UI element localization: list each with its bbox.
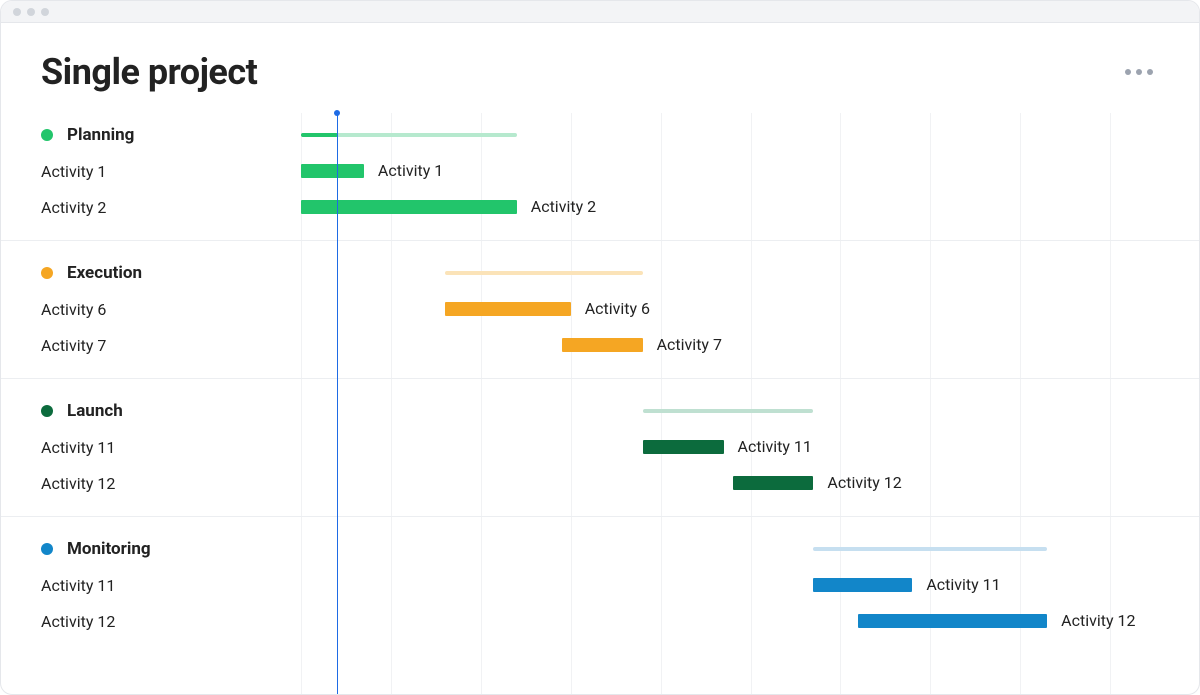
group-name-label: Monitoring xyxy=(67,539,151,559)
activity-bar-label: Activity 12 xyxy=(1061,611,1135,630)
window-titlebar xyxy=(1,1,1199,23)
ellipsis-dot-icon xyxy=(1147,69,1153,75)
activity-row-label[interactable]: Activity 11 xyxy=(1,567,301,603)
activity-name: Activity 12 xyxy=(41,612,115,631)
group-name-label: Planning xyxy=(67,125,134,145)
group-color-dot-icon xyxy=(41,129,53,141)
activity-name: Activity 7 xyxy=(41,336,106,355)
grid-column xyxy=(930,113,931,694)
grid-column xyxy=(1020,113,1021,694)
activity-name: Activity 11 xyxy=(41,576,115,595)
activity-bar[interactable] xyxy=(858,614,1047,628)
gantt-sidebar: Planning Activity 1 Activity 2 Execution Act… xyxy=(1,113,301,694)
activity-bar-label: Activity 7 xyxy=(657,335,722,354)
group-name-label: Execution xyxy=(67,263,142,283)
gantt-chart[interactable]: Activity 1 Activity 2 Activity 6 Activity 7… xyxy=(301,113,1199,694)
activity-name: Activity 1 xyxy=(41,162,106,181)
grid-column xyxy=(840,113,841,694)
traffic-light-close-icon[interactable] xyxy=(13,8,21,16)
traffic-light-minimize-icon[interactable] xyxy=(27,8,35,16)
more-menu-button[interactable] xyxy=(1119,63,1159,81)
activity-row-label[interactable]: Activity 1 xyxy=(1,153,301,189)
group-summary-bar[interactable] xyxy=(813,547,1047,551)
group-separator xyxy=(1,516,1199,517)
ellipsis-dot-icon xyxy=(1136,69,1142,75)
activity-bar[interactable] xyxy=(301,164,364,178)
group-color-dot-icon xyxy=(41,543,53,555)
activity-name: Activity 6 xyxy=(41,300,106,319)
activity-bar[interactable] xyxy=(562,338,643,352)
activity-row-label[interactable]: Activity 12 xyxy=(1,603,301,639)
grid-column xyxy=(1110,113,1111,694)
activity-bar[interactable] xyxy=(733,476,814,490)
page-title: Single project xyxy=(41,51,257,93)
group-name-label: Launch xyxy=(67,401,123,421)
group-summary-bar[interactable] xyxy=(643,409,814,413)
group-summary-progress xyxy=(301,133,338,137)
group-summary-bar[interactable] xyxy=(445,271,643,275)
activity-bar-label: Activity 2 xyxy=(531,197,596,216)
activity-name: Activity 12 xyxy=(41,474,115,493)
today-dot-icon xyxy=(334,110,340,116)
activity-bar-label: Activity 11 xyxy=(926,575,1000,594)
activity-row-label[interactable]: Activity 6 xyxy=(1,291,301,327)
activity-row-label[interactable]: Activity 7 xyxy=(1,327,301,363)
activity-name: Activity 11 xyxy=(41,438,115,457)
group-header[interactable]: Launch xyxy=(1,393,301,429)
group-color-dot-icon xyxy=(41,267,53,279)
activity-row-label[interactable]: Activity 2 xyxy=(1,189,301,225)
activity-bar[interactable] xyxy=(445,302,571,316)
traffic-light-zoom-icon[interactable] xyxy=(41,8,49,16)
activity-bar[interactable] xyxy=(813,578,912,592)
ellipsis-dot-icon xyxy=(1125,69,1131,75)
activity-bar[interactable] xyxy=(301,200,517,214)
activity-bar-label: Activity 1 xyxy=(378,161,443,180)
activity-bar-label: Activity 6 xyxy=(585,299,650,318)
activity-bar[interactable] xyxy=(643,440,724,454)
group-separator xyxy=(1,378,1199,379)
group-header[interactable]: Execution xyxy=(1,255,301,291)
activity-bar-label: Activity 11 xyxy=(738,437,812,456)
group-header[interactable]: Monitoring xyxy=(1,531,301,567)
group-color-dot-icon xyxy=(41,405,53,417)
group-header[interactable]: Planning xyxy=(1,117,301,153)
activity-name: Activity 2 xyxy=(41,198,106,217)
grid-column xyxy=(751,113,752,694)
today-line xyxy=(337,113,338,694)
activity-row-label[interactable]: Activity 12 xyxy=(1,465,301,501)
gantt-content: Planning Activity 1 Activity 2 Execution Act… xyxy=(1,113,1199,694)
activity-row-label[interactable]: Activity 11 xyxy=(1,429,301,465)
activity-bar-label: Activity 12 xyxy=(827,473,901,492)
app-window: Single project PlanningActivity 1Activit… xyxy=(0,0,1200,695)
grid-column xyxy=(661,113,662,694)
group-separator xyxy=(1,240,1199,241)
page-header: Single project xyxy=(1,23,1199,113)
